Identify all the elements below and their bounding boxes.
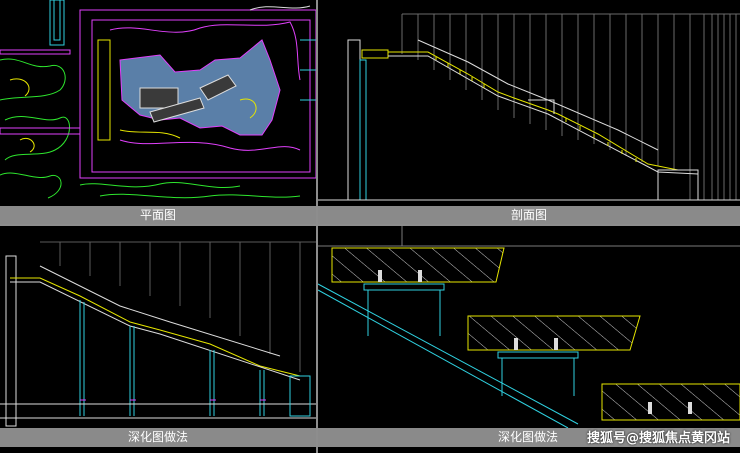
section-drawing	[318, 13, 740, 201]
detail-drawing-treads	[318, 226, 740, 428]
detail-drawing-stair	[0, 241, 316, 427]
panel-detail-drawing-2: 深化图做法	[318, 226, 740, 453]
caption-plan-view: 平面图	[0, 206, 316, 224]
plan-drawing	[0, 0, 316, 199]
panel-detail-drawing-1: 深化图做法	[0, 226, 316, 453]
watermark-text: 搜狐号@搜狐焦点黄冈站	[586, 431, 730, 446]
panel-plan-view: 平面图	[0, 0, 316, 224]
caption-detail-drawing-1: 深化图做法	[0, 428, 316, 447]
panel-section-view: 剖面图	[318, 0, 740, 224]
caption-section-view: 剖面图	[318, 206, 740, 224]
